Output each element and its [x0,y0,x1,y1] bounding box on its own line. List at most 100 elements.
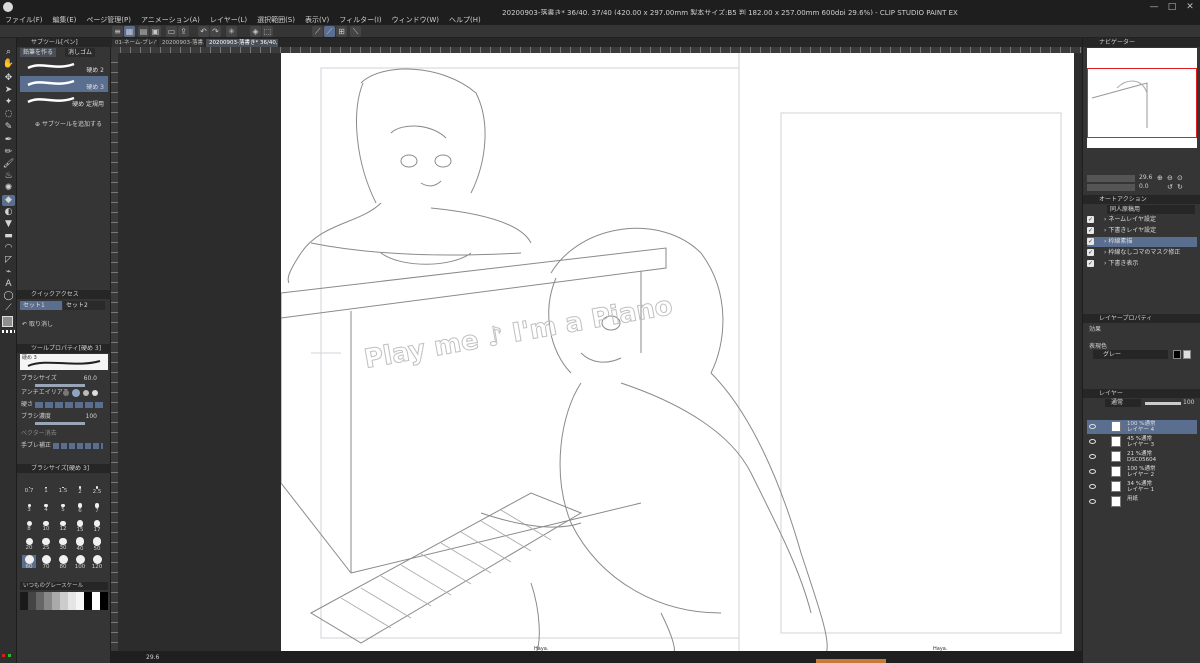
snap-ruler-icon[interactable]: ⟋ [324,26,335,37]
auto-action-item[interactable]: ✓ › 下書き表示 [1087,259,1197,269]
antialias-options[interactable] [63,389,103,397]
ruler-icon[interactable]: ⌁ [2,267,15,278]
expression-dropdown[interactable]: グレー [1093,350,1168,359]
auto-action-item[interactable]: ✓ › 枠線なしコマのマスク修正 [1087,248,1197,258]
quick-access-item[interactable]: ↶ 取り消し [22,319,53,328]
color-swatch-grid[interactable] [20,592,108,610]
doc-tab[interactable]: 20200903-落書... [159,39,204,47]
auto-action-item[interactable]: ✓ › 枠線素描 [1087,237,1197,247]
brush-size-option[interactable]: 80 [56,555,70,570]
brush-item[interactable]: 硬め 定規用 [20,93,108,109]
eye-icon[interactable] [1089,439,1096,444]
brush-size-option[interactable]: 17 [90,519,104,533]
brush-size-option[interactable]: 1.5 [56,483,70,496]
blend-mode-dropdown[interactable]: 通常 [1105,399,1141,407]
navigator-zoom[interactable]: 29.6 [1139,174,1152,181]
zoom-out-icon[interactable]: ⊖ [1167,174,1173,182]
subtool-tab-eraser[interactable]: 消しゴム [65,48,96,57]
quick-access-set-1[interactable]: セット1 [20,301,62,310]
layer-row[interactable]: 45 %通常 レイヤー 3 [1087,435,1197,449]
brush-size-option[interactable]: 7 [90,501,104,514]
layer-row[interactable]: 100 %通常 レイヤー 4 [1087,420,1197,434]
checkbox-icon[interactable]: ✓ [1087,249,1094,256]
layer-row[interactable]: 用紙 [1087,495,1197,509]
eye-icon[interactable] [1089,499,1096,504]
wand-icon[interactable]: ✦ [2,97,15,108]
brush-size-option[interactable]: 4 [39,501,53,514]
move-icon[interactable]: ✥ [2,73,15,84]
prop-brush-density[interactable]: ブラシ濃度 100 [21,413,107,421]
brush-size-option[interactable]: 30 [56,537,70,551]
snap-icon[interactable]: ⟋ [312,26,323,37]
navigator-preview[interactable] [1087,48,1197,148]
brush-item-selected[interactable]: 硬め 3 [20,76,108,92]
stabilization-bars[interactable] [53,443,103,449]
transparent-swatch[interactable] [2,330,15,333]
figure-icon[interactable]: ◠ [2,243,15,254]
red-swatch[interactable] [2,654,5,657]
operation-icon[interactable]: ➤ [2,85,15,96]
layer-row[interactable]: 100 %通常 レイヤー 2 [1087,465,1197,479]
expression-color-swatch[interactable] [1173,350,1181,359]
eye-icon[interactable] [1089,454,1096,459]
brush-size-option[interactable]: 70 [39,555,53,570]
eye-icon[interactable] [1089,469,1096,474]
menu-layer[interactable]: レイヤー(L) [205,15,252,25]
expression-color-swatch-2[interactable] [1183,350,1191,359]
brush-size-option[interactable]: 2.5 [90,483,104,496]
fill-icon[interactable]: ◈ [250,26,261,37]
decoration-icon[interactable]: ✺ [2,183,15,194]
brush-size-option[interactable]: 0.7 [22,483,36,496]
rotate-left-icon[interactable]: ↺ [1167,183,1173,191]
brush-size-slider[interactable] [35,384,85,387]
menu-file[interactable]: ファイル(F) [0,15,48,25]
brush-size-option[interactable]: 120 [90,555,104,570]
green-swatch[interactable] [8,654,11,657]
new-icon[interactable]: ▤ [138,26,149,37]
minimize-icon[interactable]: — [1148,3,1160,12]
snap-special-icon[interactable]: ⟍ [350,26,361,37]
brush-size-option[interactable]: 20 [22,537,36,551]
auto-action-item[interactable]: ✓ › 下書きレイヤ設定 [1087,226,1197,236]
text-icon[interactable]: A [2,279,15,290]
checkbox-icon[interactable]: ✓ [1087,227,1094,234]
brush-item[interactable]: 硬め 2 [20,59,108,75]
eye-icon[interactable] [1089,424,1096,429]
brush-size-option[interactable]: 50 [90,537,104,552]
brush-density-slider[interactable] [35,422,85,425]
close-icon[interactable]: ✕ [1184,3,1196,12]
main-color-swatch[interactable] [2,316,13,327]
layer-row[interactable]: 21 %通常 DSC05604 [1087,450,1197,464]
navigator-rotation[interactable]: 0.0 [1139,183,1149,190]
quick-access-set-2[interactable]: セット2 [63,301,105,310]
color-set-dropdown[interactable]: いつものグレースケール [20,582,108,590]
brush-size-option[interactable]: 5 [56,501,70,514]
doc-tab-active[interactable]: 20200903-落書き* 36/40, 37/40 [206,39,278,47]
redo-icon[interactable]: ↷ [210,26,221,37]
brush-size-option[interactable]: 3 [22,501,36,514]
opacity-slider[interactable] [1145,402,1181,405]
transform-icon[interactable]: ⬚ [262,26,273,37]
hand-icon[interactable]: ✋ [2,59,15,70]
clear-icon[interactable]: ✳ [226,26,237,37]
menu-animation[interactable]: アニメーション(A) [136,15,205,25]
new-page-icon[interactable]: ▦ [124,26,135,37]
brush-size-option[interactable]: 2 [73,483,87,496]
fill-bucket-icon[interactable]: ▼ [2,219,15,230]
brush-size-option[interactable]: 100 [73,555,87,570]
gradient-icon[interactable]: ▬ [2,231,15,242]
menu-view[interactable]: 表示(V) [300,15,334,25]
prop-brush-size[interactable]: ブラシサイズ 60.0 [21,375,107,383]
pencil-icon[interactable]: ✏ [2,147,15,158]
brush-size-option[interactable]: 25 [39,537,53,551]
checkbox-icon[interactable]: ✓ [1087,260,1094,267]
checkbox-icon[interactable]: ✓ [1087,216,1094,223]
brush-icon[interactable]: 🖌 [2,159,15,170]
brush-size-option[interactable]: 40 [73,537,87,552]
frame-icon[interactable]: ◸ [2,255,15,266]
line-correct-icon[interactable]: ⟋ [2,303,15,314]
menu-selection[interactable]: 選択範囲(S) [252,15,300,25]
maximize-icon[interactable]: □ [1166,3,1178,12]
brush-size-option[interactable]: 10 [39,519,53,532]
balloon-icon[interactable]: ◯ [2,291,15,302]
